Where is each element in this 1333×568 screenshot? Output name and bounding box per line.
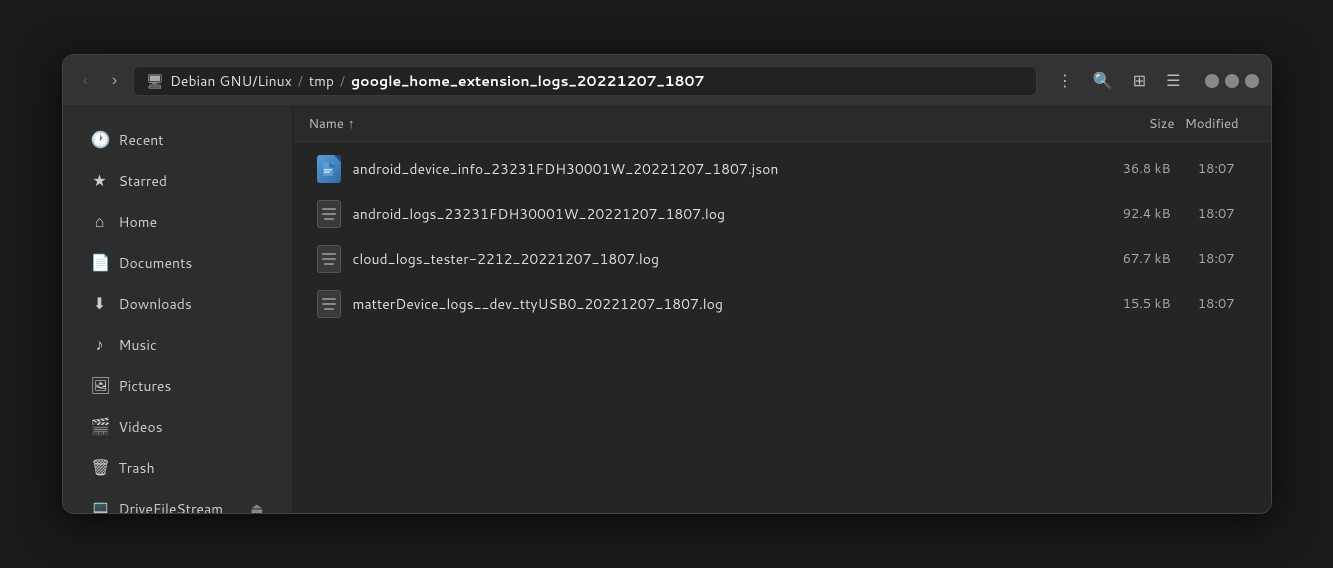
sidebar-item-pictures[interactable]: 🖼 Pictures: [71, 366, 284, 405]
file-name: cloud_logs_tester-2212_20221207_1807.log: [345, 249, 1071, 269]
sidebar-label-drivefilestream: DriveFileStream: [119, 499, 224, 514]
file-size: 15.5 kB: [1071, 295, 1171, 313]
file-icon-wrap: [313, 200, 345, 228]
sidebar-item-music[interactable]: ♪ Music: [71, 325, 284, 364]
menu-button[interactable]: ⋮: [1049, 67, 1081, 95]
file-name: android_device_info_23231FDH30001W_20221…: [345, 159, 1071, 179]
starred-icon: ★: [91, 169, 109, 192]
sidebar-item-videos[interactable]: 🎬 Videos: [71, 407, 284, 446]
file-name: matterDevice_logs__dev_ttyUSB0_20221207_…: [345, 294, 1071, 314]
view-list-button[interactable]: ☰: [1158, 67, 1188, 95]
downloads-icon: ⬇: [91, 292, 109, 315]
documents-icon: 📄: [91, 251, 109, 274]
path-bar[interactable]: 🖥 Debian GNU/Linux / tmp / google_home_e…: [133, 66, 1037, 96]
file-size: 67.7 kB: [1071, 250, 1171, 268]
path-current: google_home_extension_logs_20221207_1807: [351, 71, 705, 91]
file-modified: 18:07: [1171, 160, 1251, 178]
pictures-icon: 🖼: [91, 374, 109, 397]
file-icon-wrap: [313, 155, 345, 183]
forward-button[interactable]: ›: [104, 68, 125, 94]
file-list-header: Name ↑ Size Modified: [293, 107, 1271, 142]
os-icon: 🖥: [146, 71, 164, 91]
file-size: 36.8 kB: [1071, 160, 1171, 178]
search-button[interactable]: 🔍: [1085, 67, 1121, 95]
table-row[interactable]: android_logs_23231FDH30001W_20221207_180…: [297, 192, 1267, 236]
sidebar-item-downloads[interactable]: ⬇ Downloads: [71, 284, 284, 323]
sidebar-item-home[interactable]: ⌂ Home: [71, 202, 284, 241]
close-button[interactable]: [1245, 74, 1259, 88]
minimize-button[interactable]: [1205, 74, 1219, 88]
sidebar-label-music: Music: [119, 335, 157, 355]
maximize-button[interactable]: [1225, 74, 1239, 88]
path-os: Debian GNU/Linux: [170, 71, 292, 91]
sidebar-label-documents: Documents: [119, 253, 193, 273]
file-modified: 18:07: [1171, 250, 1251, 268]
log-file-icon: [317, 290, 341, 318]
sidebar-label-trash: Trash: [119, 458, 155, 478]
eject-button-drivefilestream[interactable]: ⏏: [250, 500, 263, 513]
sidebar: 🕐 Recent ★ Starred ⌂ Home 📄 Documents ⬇ …: [63, 107, 293, 513]
sidebar-item-starred[interactable]: ★ Starred: [71, 161, 284, 200]
sidebar-drive-drivefilestream[interactable]: 💻 DriveFileStream ⏏: [71, 489, 284, 513]
main-content: 🕐 Recent ★ Starred ⌂ Home 📄 Documents ⬇ …: [63, 107, 1271, 513]
view-grid-button[interactable]: ⊞: [1125, 67, 1154, 95]
sidebar-label-recent: Recent: [119, 130, 164, 150]
log-file-icon: [317, 245, 341, 273]
sidebar-item-recent[interactable]: 🕐 Recent: [71, 120, 284, 159]
file-area: Name ↑ Size Modified android_device_info…: [293, 107, 1271, 513]
sidebar-label-starred: Starred: [119, 171, 168, 191]
sidebar-label-home: Home: [119, 212, 158, 232]
trash-icon: 🗑: [91, 456, 109, 479]
titlebar: ‹ › 🖥 Debian GNU/Linux / tmp / google_ho…: [63, 55, 1271, 107]
file-size: 92.4 kB: [1071, 205, 1171, 223]
recent-icon: 🕐: [91, 128, 109, 151]
window-controls: [1205, 74, 1259, 88]
file-modified: 18:07: [1171, 205, 1251, 223]
file-name: android_logs_23231FDH30001W_20221207_180…: [345, 204, 1071, 224]
sidebar-label-pictures: Pictures: [119, 376, 172, 396]
table-row[interactable]: matterDevice_logs__dev_ttyUSB0_20221207_…: [297, 282, 1267, 326]
column-size[interactable]: Size: [1075, 115, 1175, 133]
path-dir: tmp: [309, 71, 334, 91]
home-icon: ⌂: [91, 210, 109, 233]
sidebar-item-trash[interactable]: 🗑 Trash: [71, 448, 284, 487]
file-modified: 18:07: [1171, 295, 1251, 313]
column-name[interactable]: Name ↑: [309, 115, 1075, 133]
log-file-icon: [317, 200, 341, 228]
file-list: android_device_info_23231FDH30001W_20221…: [293, 142, 1271, 513]
table-row[interactable]: cloud_logs_tester-2212_20221207_1807.log…: [297, 237, 1267, 281]
path-sep2: /: [340, 71, 345, 91]
table-row[interactable]: android_device_info_23231FDH30001W_20221…: [297, 147, 1267, 191]
sidebar-label-downloads: Downloads: [119, 294, 192, 314]
file-icon-wrap: [313, 245, 345, 273]
json-file-icon: [317, 155, 341, 183]
sidebar-item-documents[interactable]: 📄 Documents: [71, 243, 284, 282]
file-manager-window: ‹ › 🖥 Debian GNU/Linux / tmp / google_ho…: [62, 54, 1272, 514]
drivefilestream-icon: 💻: [91, 497, 109, 513]
videos-icon: 🎬: [91, 415, 109, 438]
column-modified[interactable]: Modified: [1175, 115, 1255, 133]
back-button[interactable]: ‹: [75, 68, 96, 94]
file-icon-wrap: [313, 290, 345, 318]
music-icon: ♪: [91, 333, 109, 356]
path-sep1: /: [298, 71, 303, 91]
titlebar-actions: ⋮ 🔍 ⊞ ☰: [1049, 67, 1189, 95]
sidebar-label-videos: Videos: [119, 417, 163, 437]
